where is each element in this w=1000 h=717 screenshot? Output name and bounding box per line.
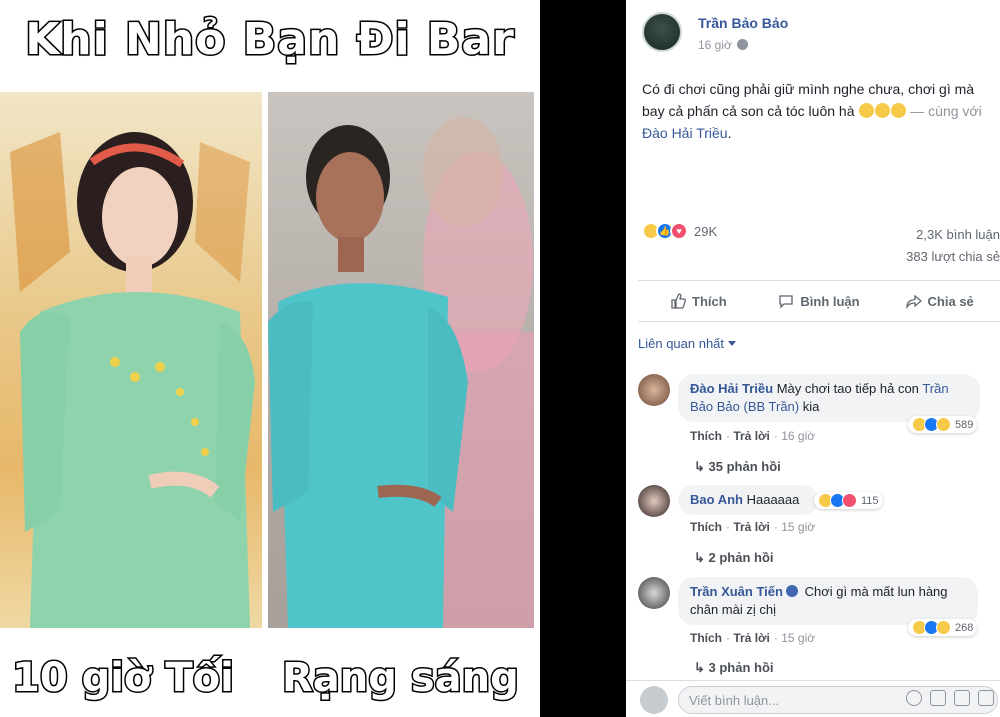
reply-arrow-icon: ↳ xyxy=(694,660,709,675)
post-timestamp[interactable]: 16 giờ xyxy=(698,38,748,52)
comment-reactions[interactable]: 589 xyxy=(908,416,978,433)
verified-badge-icon xyxy=(785,585,798,597)
comment-time[interactable]: 16 giờ xyxy=(781,429,815,443)
action-bar: Thích Bình luận Chia sẻ xyxy=(638,280,1000,322)
commenter-avatar[interactable] xyxy=(638,485,670,517)
comment-like-link[interactable]: Thích xyxy=(690,631,722,645)
comment-text: Mày chơi tao tiếp hả con xyxy=(776,381,919,396)
comment-composer: Viết bình luận... xyxy=(626,680,1000,717)
commenter-avatar[interactable] xyxy=(638,374,670,406)
post-reactions[interactable]: 👍 ♥ 29K xyxy=(642,222,717,240)
like-button[interactable]: Thích xyxy=(638,293,759,309)
laughing-emoji-icon xyxy=(875,103,891,118)
reaction-count: 29K xyxy=(694,223,718,239)
love-reaction-icon xyxy=(842,493,857,508)
laughing-emoji-icon xyxy=(891,103,907,118)
meme-caption-left: 10 giờ Tối xyxy=(11,654,236,703)
comment-like-link[interactable]: Thích xyxy=(690,520,722,534)
comment-reaction-count: 589 xyxy=(955,418,974,431)
tag-prefix: — cùng với xyxy=(910,103,982,119)
like-label: Thích xyxy=(692,293,727,309)
replies-count: 3 phản hồi xyxy=(708,660,774,675)
shares-count-link[interactable]: 383 lượt chia sẻ xyxy=(906,249,1000,264)
comment-label: Bình luận xyxy=(800,293,860,309)
replies-count: 2 phản hồi xyxy=(708,550,774,565)
view-replies-link[interactable]: ↳ 3 phản hồi xyxy=(694,660,774,676)
post-text: Có đi chơi cũng phải giữ mình nghe chưa,… xyxy=(642,78,998,144)
sticker-icon[interactable] xyxy=(978,690,994,706)
share-label: Chia sẻ xyxy=(927,293,974,309)
comment-button[interactable]: Bình luận xyxy=(759,293,880,309)
comment-like-link[interactable]: Thích xyxy=(690,429,722,443)
comment-reactions[interactable]: 268 xyxy=(908,619,978,636)
camera-icon[interactable] xyxy=(930,690,946,706)
author-avatar[interactable] xyxy=(642,12,682,52)
comment-time[interactable]: 15 giờ xyxy=(781,520,815,534)
author-name[interactable]: Trần Bảo Bảo xyxy=(698,15,788,31)
comment-text: Haaaaaa xyxy=(746,492,800,507)
post-time-text: 16 giờ xyxy=(698,38,732,52)
comment-bubble: Trần Xuân Tiến Chơi gì mà mất lun hàng c… xyxy=(678,577,978,625)
man-figure-illustration xyxy=(268,117,534,628)
love-reaction-icon: ♥ xyxy=(670,222,688,240)
comment-meta: Thích · Trả lời · 15 giờ xyxy=(690,520,816,534)
laughing-emoji-icon xyxy=(859,103,875,118)
wow-reaction-icon xyxy=(936,620,951,635)
post-sidebar: Trần Bảo Bảo 16 giờ Có đi chơi cũng phải… xyxy=(626,0,1000,717)
sad-reaction-icon xyxy=(936,417,951,432)
comment-meta: Thích · Trả lời · 15 giờ xyxy=(690,631,816,645)
commenter-name[interactable]: Đào Hải Triều xyxy=(690,381,773,396)
comment-reply-link[interactable]: Trả lời xyxy=(733,520,770,534)
photo-panel-right xyxy=(268,92,534,628)
view-replies-link[interactable]: ↳ 2 phản hồi xyxy=(694,550,774,566)
post-photo[interactable]: Khi Nhỏ Bạn Đi Bar 10 giờ Tối Rạng sáng xyxy=(0,0,540,717)
comment-reply-link[interactable]: Trả lời xyxy=(733,631,770,645)
share-arrow-icon xyxy=(905,294,922,309)
comment-reaction-count: 115 xyxy=(861,494,879,507)
emoji-icon[interactable] xyxy=(906,690,922,706)
meme-title: Khi Nhỏ Bạn Đi Bar xyxy=(24,13,516,67)
comment-reaction-count: 268 xyxy=(955,621,974,634)
reply-arrow-icon: ↳ xyxy=(694,459,709,474)
comments-count-link[interactable]: 2,3K bình luận xyxy=(916,227,1000,242)
reply-arrow-icon: ↳ xyxy=(694,550,709,565)
woman-figure-illustration xyxy=(10,132,255,628)
gif-icon[interactable] xyxy=(954,690,970,706)
commenter-avatar[interactable] xyxy=(638,577,670,609)
globe-icon xyxy=(736,39,748,50)
share-button[interactable]: Chia sẻ xyxy=(879,293,1000,309)
thumbs-up-icon xyxy=(671,293,686,309)
composer-tools xyxy=(906,690,994,706)
lightbox-background xyxy=(540,0,626,717)
comment-bubble: Bao Anh Haaaaaa xyxy=(678,485,818,515)
comment-bubble-icon xyxy=(779,295,794,309)
sort-label: Liên quan nhất xyxy=(638,336,725,351)
tagged-user-link[interactable]: Đào Hải Triều xyxy=(642,125,728,141)
comment-sort-dropdown[interactable]: Liên quan nhất xyxy=(638,336,737,351)
current-user-avatar xyxy=(640,686,668,714)
photo-panel-left xyxy=(0,92,262,628)
comment-bubble: Đào Hải Triều Mày chơi tao tiếp hả con T… xyxy=(678,374,980,422)
comment-time[interactable]: 15 giờ xyxy=(781,631,815,645)
replies-count: 35 phản hồi xyxy=(708,459,781,474)
view-replies-link[interactable]: ↳ 35 phản hồi xyxy=(694,459,781,475)
tag-suffix: . xyxy=(727,125,732,141)
caret-down-icon xyxy=(728,341,737,346)
commenter-name[interactable]: Bao Anh xyxy=(690,492,743,507)
comment-text-after: kia xyxy=(802,399,820,414)
commenter-name[interactable]: Trần Xuân Tiến xyxy=(690,584,783,599)
comment-meta: Thích · Trả lời · 16 giờ xyxy=(690,429,816,443)
comment-reactions[interactable]: 115 xyxy=(814,492,883,509)
meme-caption-right: Rạng sáng xyxy=(281,654,521,703)
comment-reply-link[interactable]: Trả lời xyxy=(733,429,770,443)
